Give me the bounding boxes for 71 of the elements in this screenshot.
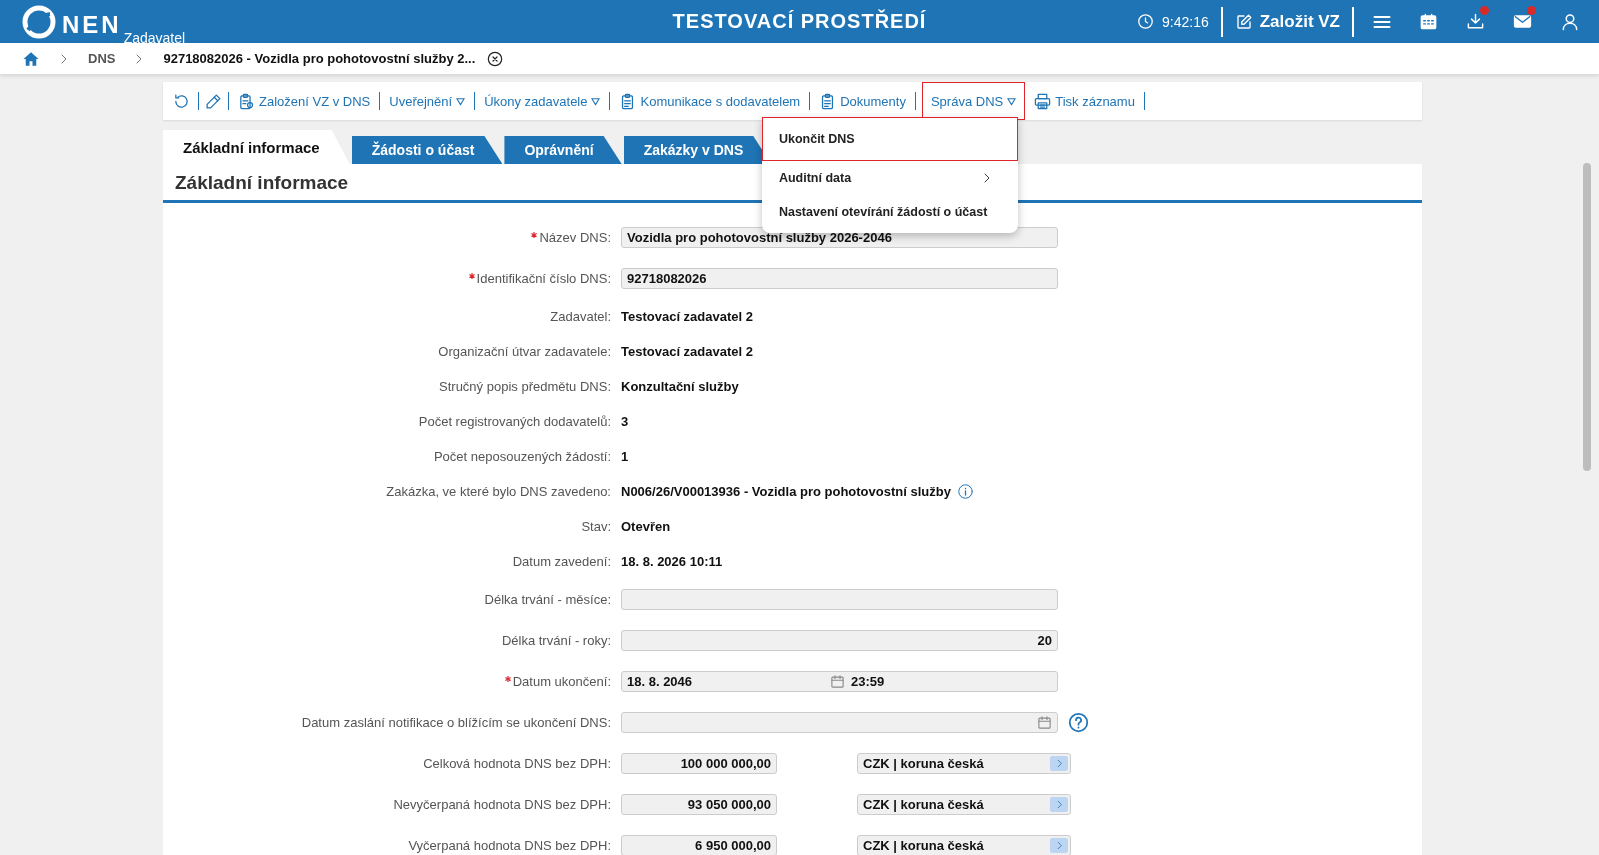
number-field[interactable] xyxy=(621,589,1058,610)
tab[interactable]: Žádosti o účast xyxy=(351,136,503,164)
environment-title: TESTOVACÍ PROSTŘEDÍ xyxy=(672,10,927,33)
create-button[interactable]: Založit VZ xyxy=(1222,6,1354,37)
calendar-icon xyxy=(1037,715,1052,730)
field-label: Nevyčerpaná hodnota DNS bez DPH: xyxy=(393,797,611,812)
breadcrumb-link[interactable]: DNS xyxy=(88,51,116,66)
menu-item[interactable]: Ukončit DNS xyxy=(761,117,1018,161)
toolbar-button[interactable]: Úkony zadavatele xyxy=(481,82,604,120)
field-label: Datum zaslání notifikace o blížícím se ukončení DNS: xyxy=(301,715,611,730)
field-label: Délka trvání - roky: xyxy=(501,633,611,648)
currency-field[interactable]: CZK | koruna česká xyxy=(857,753,1071,774)
field-value: N006/26/V00013936 - Vozidla pro pohotovostní služby xyxy=(621,484,951,499)
menu-item[interactable]: Auditní data xyxy=(761,161,1018,195)
mail-icon xyxy=(1513,12,1532,31)
field-label: Organizační útvar zadavatele: xyxy=(438,344,611,359)
date-field[interactable] xyxy=(621,712,1058,733)
close-icon xyxy=(487,50,504,67)
toolbar-button[interactable]: Dokumenty xyxy=(816,82,909,120)
field-label: Zakázka, ve které bylo DNS zavedeno: xyxy=(386,484,611,499)
date-time-field[interactable]: 18. 8. 2046 23:59 xyxy=(621,671,1058,692)
field-label: Celková hodnota DNS bez DPH: xyxy=(423,756,611,771)
text-field[interactable]: 92718082026 xyxy=(621,268,1058,289)
field-label: Vyčerpaná hodnota DNS bez DPH: xyxy=(408,838,611,853)
role-label: Zadavatel xyxy=(123,30,186,45)
help-icon xyxy=(1068,712,1089,733)
toolbar-button[interactable]: Založení VZ v DNS xyxy=(235,82,374,120)
field-label: Identifikační číslo DNS: xyxy=(476,271,611,286)
field-value: 3 xyxy=(621,414,629,429)
refresh-icon xyxy=(173,92,190,110)
scrollbar-thumb[interactable] xyxy=(1583,163,1591,471)
amount-field[interactable]: 100 000 000,00 xyxy=(621,753,777,774)
field-label: Počet neposouzených žádostí: xyxy=(433,449,611,464)
logo-text: NEN xyxy=(62,10,122,39)
breadcrumb-current: 92718082026 - Vozidla pro pohotovostní služby 2... xyxy=(163,51,476,66)
field-value: Konzultační služby xyxy=(621,379,739,394)
number-field[interactable]: 20 xyxy=(621,630,1058,651)
session-time: 9:42:16 xyxy=(1162,13,1209,30)
field-value: Otevřen xyxy=(621,519,671,534)
amount-field[interactable]: 6 950 000,00 xyxy=(621,835,777,855)
toolbar-button[interactable]: Tisk záznamu xyxy=(1031,82,1138,120)
tab[interactable]: Základní informace xyxy=(163,130,350,164)
tab[interactable]: Oprávnění xyxy=(504,136,622,164)
field-value: Testovací zadavatel 2 xyxy=(621,309,753,324)
info-icon xyxy=(956,483,974,500)
clock-icon xyxy=(1137,13,1154,30)
field-label: Stav: xyxy=(581,519,611,534)
field-value: 18. 8. 2026 10:11 xyxy=(621,554,723,569)
toolbar-button[interactable]: Komunikace s dodavatelem xyxy=(616,82,804,120)
field-value: 1 xyxy=(621,449,629,464)
pencil-icon xyxy=(205,92,222,110)
calendar-icon xyxy=(1419,12,1438,31)
field-label: Datum zavedení: xyxy=(512,554,611,569)
logo-icon xyxy=(22,4,56,39)
edit-icon xyxy=(1234,12,1253,31)
clipboard-gear-icon xyxy=(238,92,255,110)
field-value: Testovací zadavatel 2 xyxy=(621,344,753,359)
field-label: Datum ukončení: xyxy=(512,674,611,689)
field-label: Zadavatel: xyxy=(550,309,611,324)
printer-icon xyxy=(1034,92,1052,110)
calendar-icon xyxy=(830,674,845,689)
menu-item[interactable]: Nastavení otevírání žádostí o účast xyxy=(761,195,1018,229)
amount-field[interactable]: 93 050 000,00 xyxy=(621,794,777,815)
currency-field[interactable]: CZK | koruna česká xyxy=(857,794,1071,815)
field-label: Délka trvání - měsíce: xyxy=(484,592,611,607)
field-label: Stručný popis předmětu DNS: xyxy=(439,379,611,394)
field-label: Název DNS: xyxy=(539,230,611,245)
download-icon xyxy=(1466,12,1485,31)
field-label: Počet registrovaných dodavatelů: xyxy=(418,414,611,429)
currency-field[interactable]: CZK | koruna česká xyxy=(857,835,1071,855)
toolbar-button[interactable]: Uveřejnění xyxy=(386,82,469,120)
